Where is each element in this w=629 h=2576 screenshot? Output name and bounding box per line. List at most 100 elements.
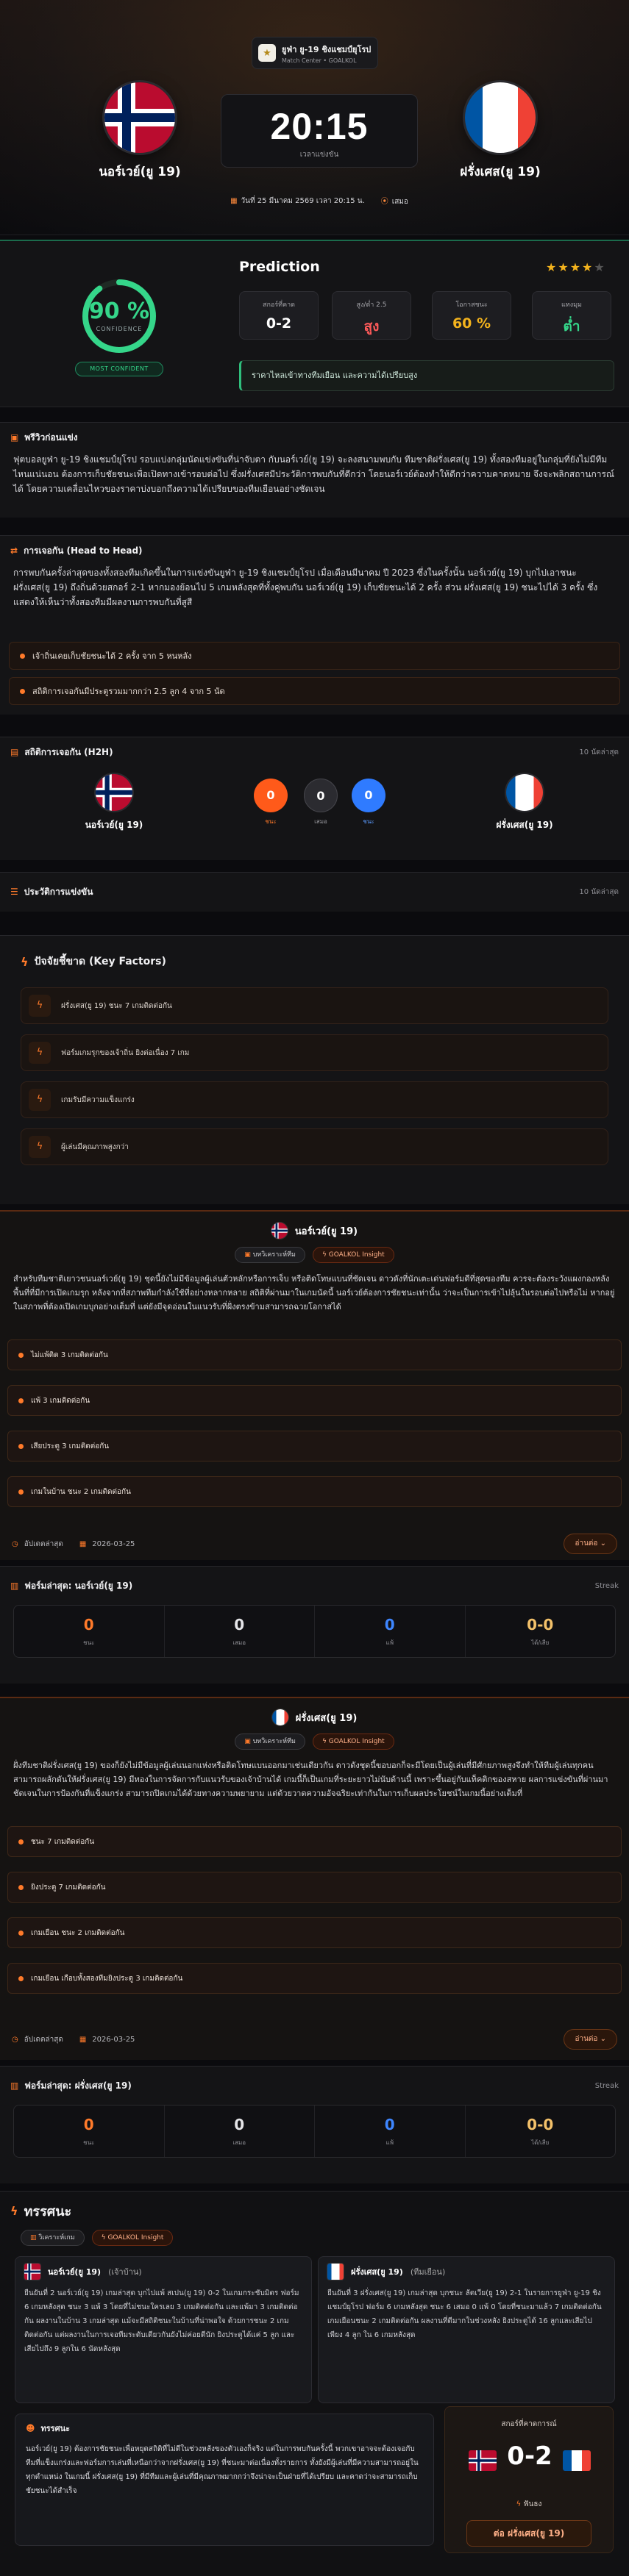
pred-card-label: สูง/ต่ำ 2.5: [356, 301, 387, 309]
norway-flag-icon: [469, 2450, 497, 2471]
chevron-down-icon: ⌄: [600, 2035, 606, 2043]
stat-goals-label: ได้/เสีย: [531, 2139, 550, 2146]
bolt-icon: ϟ: [21, 954, 29, 969]
h2h-summary: นอร์เวย์(ยู 19) 0 ชนะ 0 เสมอ 0 ชนะ ฝรั่ง…: [0, 767, 629, 855]
read-more-label: อ่านต่อ: [575, 2035, 598, 2043]
pred-card-label: โอกาสชนะ: [455, 301, 488, 309]
star-icon: ★: [558, 260, 570, 274]
doc-icon: ▣: [244, 1738, 253, 1745]
key-factor-text: เกมรับมีความแข็งแกร่ง: [61, 1095, 135, 1104]
stat-win: 0 ชนะ: [14, 2105, 165, 2157]
calendar-icon: ▦: [79, 1539, 87, 1548]
stat-draw-value: 0: [234, 2116, 245, 2133]
key-factor-text: ฟอร์มเกมรุกของเจ้าถิ่น ยิงต่อเนื่อง 7 เก…: [61, 1048, 190, 1057]
insight-summary-card: ☻ ทรรศนะ นอร์เวย์(ยู 19) ต้องการชัยชนะเพื…: [15, 2414, 434, 2546]
h2h-bullet-text: เจ้าถิ่นเคยเก็บชัยชนะได้ 2 ครั้ง จาก 5 ห…: [32, 651, 192, 661]
insight-home-name: นอร์เวย์(ยู 19): [48, 2267, 102, 2277]
bolt-icon: ϟ: [321, 1251, 329, 1259]
insight-away-card: ฝรั่งเศส(ยู 19) (ทีมเยือน) ยืนยันที่ 3 ฝร…: [318, 2256, 615, 2403]
history-header[interactable]: ☰ ประวัติการแข่งขัน 10 นัดล่าสุด: [0, 873, 629, 911]
home-team[interactable]: นอร์เวย์(ยู 19): [74, 82, 206, 182]
insight-away-tag: (ทีมเยือน): [410, 2267, 446, 2277]
insight-away-text: ยืนยันที่ 3 ฝรั่งเศส(ยู 19) เกมล่าสุด บุ…: [327, 2289, 602, 2339]
bullet-dot-icon: [18, 1884, 24, 1890]
tag-analysis-text: บทวิเคราะห์ทีม: [252, 1251, 296, 1259]
bullet-dot-icon: [18, 1975, 24, 1981]
bullet-dot-icon: [18, 1839, 24, 1845]
preview-section: ▣ พรีวิวก่อนแข่ง ฟุตบอลยูฟ่า ยู-19 ชิงแชม…: [0, 422, 629, 518]
stat-loss-value: 0: [384, 1616, 395, 1634]
pred-card-value: ต่ำ: [563, 318, 580, 334]
read-more-button[interactable]: อ่านต่อ ⌄: [564, 2029, 617, 2050]
chart-icon: ▥: [30, 2234, 39, 2242]
away-form-bullet-text: เกมเยือน เกือบทั้งสองทีมยิงประตู 3 เกมติ…: [31, 1974, 183, 1983]
key-factor-item: ϟ ฟอร์มเกมรุกของเจ้าถิ่น ยิงต่อเนื่อง 7 เ…: [21, 1034, 608, 1071]
insight-title: ทรรศนะ: [24, 2203, 72, 2219]
insight-away-name: ฝรั่งเศส(ยู 19): [351, 2267, 403, 2277]
stat-win-value: 0: [83, 1616, 94, 1634]
match-date-text: วันที่ 25 มีนาคม 2569 เวลา 20:15 น.: [241, 196, 365, 205]
read-more-button[interactable]: อ่านต่อ ⌄: [564, 1534, 617, 1554]
star-icon: ★: [594, 260, 606, 274]
final-pick-label-row: ϟ ฟันธง: [445, 2499, 613, 2510]
h2h-analysis-header: ⇄ การเจอกัน (Head to Head): [0, 536, 629, 565]
doc-icon: ▣: [244, 1251, 253, 1259]
confidence-value: 90 %: [88, 298, 150, 324]
away-form-title: ฟอร์มล่าสุด: ฝรั่งเศส(ยู 19): [24, 2080, 132, 2091]
pred-card-value: 0-2: [266, 315, 292, 332]
confidence-badge: MOST CONFIDENT: [75, 362, 163, 376]
away-team[interactable]: ฝรั่งเศส(ยู 19): [434, 82, 566, 182]
home-analysis-header: นอร์เวย์(ยู 19): [0, 1214, 629, 1247]
list-icon: ☰: [10, 887, 18, 897]
norway-flag-icon: [24, 2264, 40, 2280]
history-section[interactable]: ☰ ประวัติการแข่งขัน 10 นัดล่าสุด: [0, 872, 629, 912]
final-pick-card: สกอร์ที่คาดการณ์ 0-2 ϟ ฟันธง ต่อ ฝรั่งเศ…: [444, 2406, 614, 2553]
insight-home-text: ยืนยันที่ 2 นอร์เวย์(ยู 19) เกมล่าสุด บุ…: [24, 2289, 299, 2353]
h2h-bullet: สถิติการเจอกันมีประตูรวมมากกว่า 2.5 ลูก …: [9, 677, 620, 705]
swap-icon: ⇄: [10, 545, 18, 556]
chart-icon: ▤: [10, 747, 19, 757]
insight-home-head: นอร์เวย์(ยู 19) (เจ้าบ้าน): [15, 2257, 311, 2286]
pred-card-value: 60 %: [452, 315, 491, 332]
stat-goals-value: 0-0: [527, 1616, 554, 1634]
stat-goals-value: 0-0: [527, 2116, 554, 2133]
stat-draw-label: เสมอ: [232, 1639, 246, 1646]
h2h-stats-title: สถิติการเจอกัน (H2H): [24, 746, 113, 757]
stat-win-label: ชนะ: [83, 2139, 95, 2146]
home-form-section: ▥ ฟอร์มล่าสุด: นอร์เวย์(ยู 19) Streak 0 ชนะ…: [0, 1566, 629, 1684]
home-analysis-section: นอร์เวย์(ยู 19) ▣ บทวิเคราะห์ทีม ϟ GOALK…: [0, 1210, 629, 1560]
insight-summary-row: ☻ ทรรศนะ นอร์เวย์(ยู 19) ต้องการชัยชนะเพื…: [0, 2406, 629, 2558]
insight-summary-text: นอร์เวย์(ยู 19) ต้องการชัยชนะเพื่อหยุดสถ…: [26, 2445, 419, 2495]
updated-date: 2026-03-25: [92, 1539, 135, 1548]
h2h-analysis-title: การเจอกัน (Head to Head): [24, 545, 143, 556]
clock-icon: ◷: [12, 2035, 18, 2044]
h2h-home-wins: 0: [254, 779, 288, 812]
bullet-dot-icon: [18, 1930, 24, 1936]
match-meta: ▦ วันที่ 25 มีนาคม 2569 เวลา 20:15 น. ⦿ เส…: [221, 193, 418, 209]
home-analysis-tags: ▣ บทวิเคราะห์ทีม ϟ GOALKOL Insight: [0, 1247, 629, 1263]
final-score-row: 0-2: [445, 2437, 613, 2484]
confidence-label: CONFIDENCE: [96, 326, 143, 332]
final-pick-button[interactable]: ต่อ ฝรั่งเศส(ยู 19): [466, 2520, 591, 2547]
final-score: 0-2: [507, 2441, 552, 2471]
stat-goals: 0-0 ได้/เสีย: [466, 2105, 616, 2157]
norway-flag-icon: [104, 82, 175, 153]
league-badge[interactable]: ★ ยูฟ่า ยู-19 ชิงแชมป์ยุโรป Match Center…: [252, 37, 378, 69]
h2h-bullet-text: สถิติการเจอกันมีประตูรวมมากกว่า 2.5 ลูก …: [32, 687, 225, 696]
h2h-away-wins: 0: [352, 779, 385, 812]
updated-label: อัปเดตล่าสุด: [24, 2035, 63, 2044]
final-score-label: สกอร์ที่คาดการณ์: [501, 2420, 557, 2428]
bullet-dot-icon: [18, 1352, 24, 1358]
insight-team-cards: นอร์เวย์(ยู 19) (เจ้าบ้าน) ยืนยันที่ 2 นอ…: [0, 2256, 629, 2411]
h2h-draws: 0: [304, 779, 338, 812]
bar-chart-icon: ▥: [10, 2081, 19, 2091]
tag-analysis-text: บทวิเคราะห์ทีม: [252, 1738, 296, 1745]
tag-analysis: ▥ วิเคราะห์เกม: [21, 2230, 85, 2246]
france-flag-icon: [465, 82, 536, 153]
prediction-panel: 90 % CONFIDENCE MOST CONFIDENT Predictio…: [0, 240, 629, 407]
calendar-icon: ▦: [230, 196, 238, 205]
away-form-bullet: ยิงประตู 7 เกมติดต่อกัน: [7, 1872, 622, 1903]
france-flag-icon: [506, 774, 543, 811]
home-form-bullet-text: ไม่แพ้ติด 3 เกมติดต่อกัน: [31, 1350, 108, 1359]
insight-home-card: นอร์เวย์(ยู 19) (เจ้าบ้าน) ยืนยันที่ 2 นอ…: [15, 2256, 312, 2403]
